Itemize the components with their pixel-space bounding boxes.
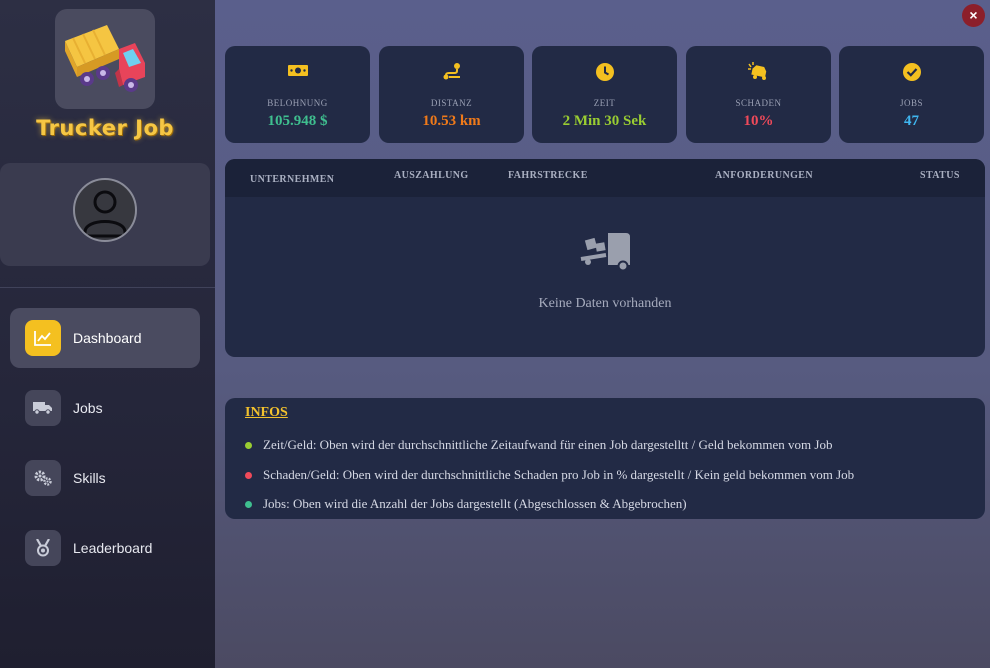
medal-icon (25, 530, 61, 566)
stat-label: BELOHNUNG (267, 98, 328, 108)
sidebar-item-label: Leaderboard (73, 540, 153, 556)
gears-icon (25, 460, 61, 496)
money-icon (225, 62, 370, 82)
sidebar-item-label: Jobs (73, 400, 103, 416)
stat-value: 105.948 $ (267, 113, 328, 129)
bullet-dot (245, 441, 252, 449)
stat-label: DISTANZ (430, 98, 473, 108)
column-header-auszahlung[interactable]: AUSZAHLUNG (394, 170, 469, 181)
truck-logo (55, 9, 155, 109)
stat-label: JOBS (899, 98, 923, 108)
profile-card (0, 163, 210, 266)
sidebar-item-jobs[interactable]: Jobs (10, 378, 200, 438)
brand-title: Trucker Job (36, 116, 174, 140)
stat-card-zeit: ZEIT 2 Min 30 Sek (532, 46, 677, 143)
car-crash-icon (686, 62, 831, 82)
stat-label: SCHADEN (735, 98, 782, 108)
column-header-anforderungen[interactable]: ANFORDERUNGEN (715, 170, 813, 181)
sidebar-divider (0, 287, 215, 288)
stat-value: 10% (743, 113, 774, 129)
jobs-table: UNTERNEHMEN AUSZAHLUNG FAHRSTRECKE ANFOR… (225, 159, 985, 357)
stat-value: 2 Min 30 Sek (562, 113, 647, 129)
table-header: UNTERNEHMEN AUSZAHLUNG FAHRSTRECKE ANFOR… (225, 159, 985, 197)
sidebar-item-label: Skills (73, 470, 106, 486)
info-item: Jobs: Oben wird die Anzahl der Jobs darg… (245, 496, 687, 512)
sidebar-item-leaderboard[interactable]: Leaderboard (10, 518, 200, 578)
info-item-text: Zeit/Geld: Oben wird der durchschnittlic… (263, 437, 833, 452)
bullet-dot (245, 471, 252, 479)
check-circle-icon (839, 62, 984, 82)
empty-state-text: Keine Daten vorhanden (538, 296, 672, 311)
close-button[interactable]: × (962, 4, 985, 27)
sidebar-item-skills[interactable]: Skills (10, 448, 200, 508)
info-title: INFOS (245, 405, 288, 420)
bullet-dot (245, 500, 252, 508)
sidebar-item-label: Dashboard (73, 330, 142, 346)
stat-card-jobs: JOBS 47 (839, 46, 984, 143)
sidebar: Trucker Job Dashboard Jobs Skills Leader… (0, 0, 215, 668)
stat-label: ZEIT (593, 98, 616, 108)
stat-value: 10.53 km (422, 113, 481, 129)
avatar[interactable] (73, 178, 137, 242)
column-header-fahrstrecke[interactable]: FAHRSTRECKE (508, 170, 588, 181)
truck-icon (25, 390, 61, 426)
clock-icon (532, 62, 677, 82)
user-icon (83, 190, 127, 238)
info-item: Schaden/Geld: Oben wird der durchschnitt… (245, 467, 854, 483)
route-icon (379, 62, 524, 82)
column-header-status[interactable]: STATUS (920, 170, 960, 181)
info-item-text: Jobs: Oben wird die Anzahl der Jobs darg… (263, 496, 687, 511)
stat-value: 47 (904, 113, 919, 129)
info-panel: INFOS Zeit/Geld: Oben wird der durchschn… (225, 398, 985, 519)
stat-card-belohnung: BELOHNUNG 105.948 $ (225, 46, 370, 143)
chart-line-icon (25, 320, 61, 356)
truck-loading-icon (580, 229, 632, 276)
stat-card-schaden: SCHADEN 10% (686, 46, 831, 143)
stat-card-distanz: DISTANZ 10.53 km (379, 46, 524, 143)
column-header-unternehmen[interactable]: UNTERNEHMEN (250, 174, 334, 185)
info-item: Zeit/Geld: Oben wird der durchschnittlic… (245, 437, 832, 453)
info-item-text: Schaden/Geld: Oben wird der durchschnitt… (263, 467, 855, 482)
sidebar-item-dashboard[interactable]: Dashboard (10, 308, 200, 368)
